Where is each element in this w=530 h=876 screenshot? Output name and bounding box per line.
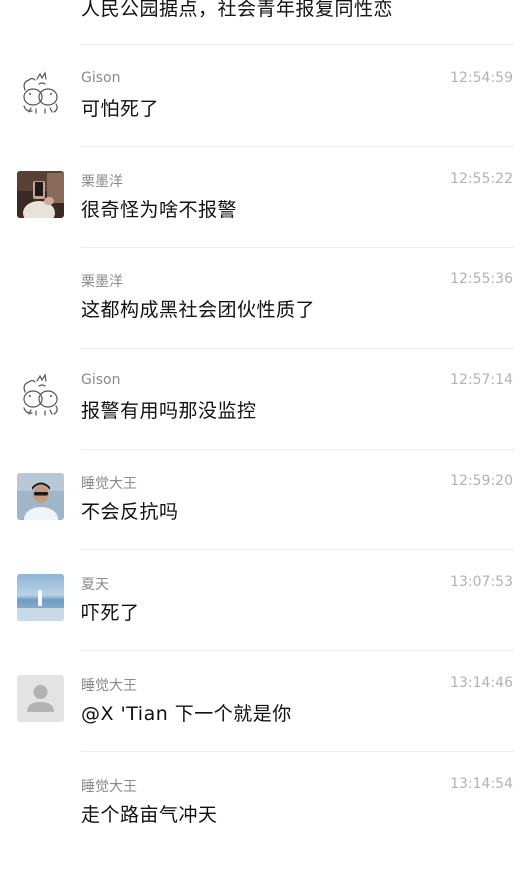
avatar[interactable]	[17, 473, 64, 520]
message-time: 13:07:53	[450, 574, 513, 590]
sender-name: 栗墨洋	[81, 274, 123, 290]
message-time: 13:14:54	[450, 776, 513, 792]
message-text: 吓死了	[81, 602, 140, 624]
avatar[interactable]	[17, 70, 64, 117]
cartoon-cats-icon	[17, 70, 64, 117]
chat-message[interactable]: 睡觉大王 13:14:46 @X 'Tian 下一个就是你	[0, 675, 530, 775]
message-time: 12:55:22	[450, 171, 513, 187]
default-user-icon	[17, 675, 64, 722]
message-text: 报警有用吗那没监控	[81, 400, 257, 422]
divider	[81, 650, 514, 651]
sender-name: Gison	[81, 70, 121, 86]
beach-photo	[17, 574, 64, 621]
message-text: 很奇怪为啥不报警	[81, 199, 238, 221]
sender-name: Gison	[81, 372, 121, 388]
divider	[81, 247, 514, 248]
chat-message[interactable]: Gison 12:57:14 报警有用吗那没监控	[0, 372, 530, 472]
sender-name: 夏天	[81, 577, 109, 593]
divider	[81, 751, 514, 752]
message-text: @X 'Tian 下一个就是你	[81, 703, 292, 725]
chat-message[interactable]: Gison 12:54:59 可怕死了	[0, 70, 530, 170]
message-text: 这都构成黑社会团伙性质了	[81, 299, 316, 321]
message-text: 不会反抗吗	[81, 501, 179, 523]
chat-message[interactable]: 睡觉大王 13:14:54 走个路亩气冲天	[0, 776, 530, 876]
cartoon-cats-icon	[17, 372, 64, 419]
man-sunglasses-photo	[17, 473, 64, 520]
avatar[interactable]	[17, 675, 64, 722]
selfie-photo	[17, 171, 64, 218]
chat-message[interactable]: 栗墨洋 12:55:22 很奇怪为啥不报警	[0, 171, 530, 271]
chat-message-list: 人民公园据点，社会青年报复同性恋 Gison 12:54:59 可怕死了 栗墨洋…	[0, 0, 530, 846]
chat-message[interactable]: 栗墨洋 12:55:36 这都构成黑社会团伙性质了	[0, 271, 530, 371]
sender-name: 睡觉大王	[81, 678, 137, 694]
sender-name: 栗墨洋	[81, 174, 123, 190]
avatar[interactable]	[17, 171, 64, 218]
message-time: 12:54:59	[450, 70, 513, 86]
message-time: 12:59:20	[450, 473, 513, 489]
message-text: 人民公园据点，社会青年报复同性恋	[81, 0, 394, 20]
chat-message[interactable]: 睡觉大王 12:59:20 不会反抗吗	[0, 473, 530, 573]
sender-name: 睡觉大王	[81, 476, 137, 492]
divider	[81, 146, 514, 147]
avatar[interactable]	[17, 372, 64, 419]
message-text: 走个路亩气冲天	[81, 804, 218, 826]
message-time: 12:57:14	[450, 372, 513, 388]
message-text: 可怕死了	[81, 98, 160, 120]
message-time: 12:55:36	[450, 271, 513, 287]
divider	[81, 449, 514, 450]
divider	[81, 348, 514, 349]
message-time: 13:14:46	[450, 675, 513, 691]
chat-message[interactable]: 夏天 13:07:53 吓死了	[0, 574, 530, 674]
divider	[81, 549, 514, 550]
divider	[81, 44, 514, 45]
avatar[interactable]	[17, 574, 64, 621]
sender-name: 睡觉大王	[81, 779, 137, 795]
